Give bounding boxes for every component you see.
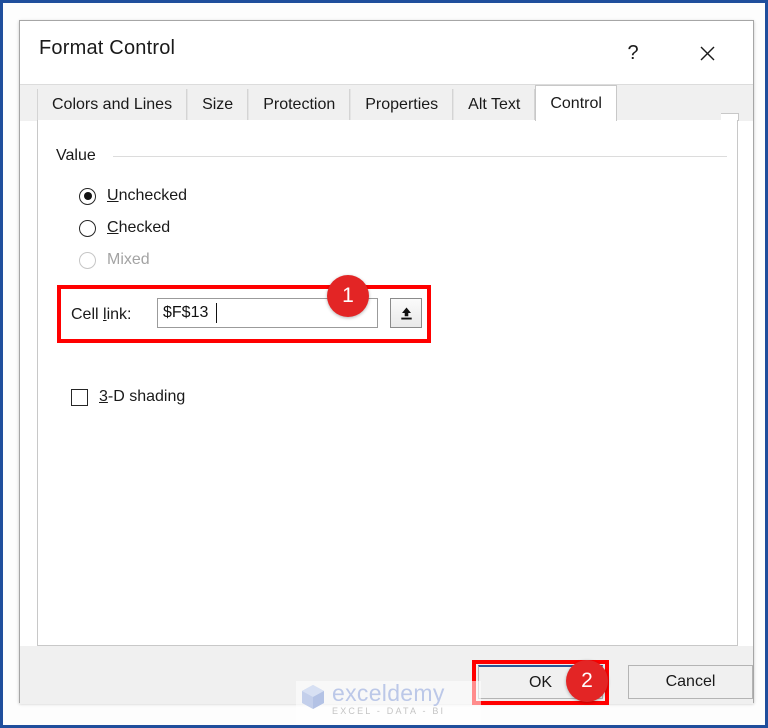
text-caret [216, 303, 217, 323]
shading-label: 3-D shading [99, 388, 186, 405]
radio-mixed-label: Mixed [107, 251, 150, 268]
radio-checked[interactable]: Checked [79, 219, 170, 237]
radio-mixed-mark [79, 251, 96, 269]
help-icon[interactable]: ? [616, 36, 650, 70]
radio-unchecked-mark [79, 187, 96, 205]
cancel-button[interactable]: Cancel [628, 665, 753, 699]
radio-unchecked-label: Unchecked [107, 187, 188, 204]
tab-properties[interactable]: Properties [350, 89, 454, 121]
shading-checkbox[interactable] [71, 388, 88, 406]
tab-alt-text[interactable]: Alt Text [453, 89, 536, 121]
tab-size[interactable]: Size [187, 89, 249, 121]
collapse-dialog-up-arrow-icon[interactable] [390, 298, 422, 328]
tab-colors-and-lines[interactable]: Colors and Lines [37, 89, 188, 121]
step-badge-2: 2 [566, 660, 608, 702]
screenshot-frame: Format Control ? Colors and Lines Size P… [0, 0, 768, 728]
control-tab-panel: Value Unchecked Checked Mixed Cell link: [37, 120, 738, 646]
radio-unchecked[interactable]: Unchecked [79, 187, 187, 205]
shading-checkbox-row[interactable]: 3-D shading [71, 388, 185, 406]
tab-control[interactable]: Control [535, 85, 617, 121]
page-title: Format Control [39, 37, 176, 59]
value-group-label: Value [56, 147, 96, 164]
cell-link-label: Cell link: [71, 306, 132, 323]
radio-checked-label: Checked [107, 219, 171, 236]
tab-protection[interactable]: Protection [248, 89, 351, 121]
close-icon[interactable] [690, 36, 724, 70]
radio-checked-mark [79, 219, 96, 237]
radio-mixed: Mixed [79, 251, 150, 269]
step-badge-1: 1 [327, 275, 369, 317]
dialog-title-bar: Format Control ? [20, 21, 753, 84]
value-group-divider [113, 156, 727, 157]
watermark-tagline: EXCEL - DATA - BI [332, 706, 446, 717]
format-control-dialog: Format Control ? Colors and Lines Size P… [19, 20, 754, 705]
tab-list: Colors and Lines Size Protection Propert… [37, 85, 617, 121]
tab-strip: Colors and Lines Size Protection Propert… [20, 84, 753, 121]
